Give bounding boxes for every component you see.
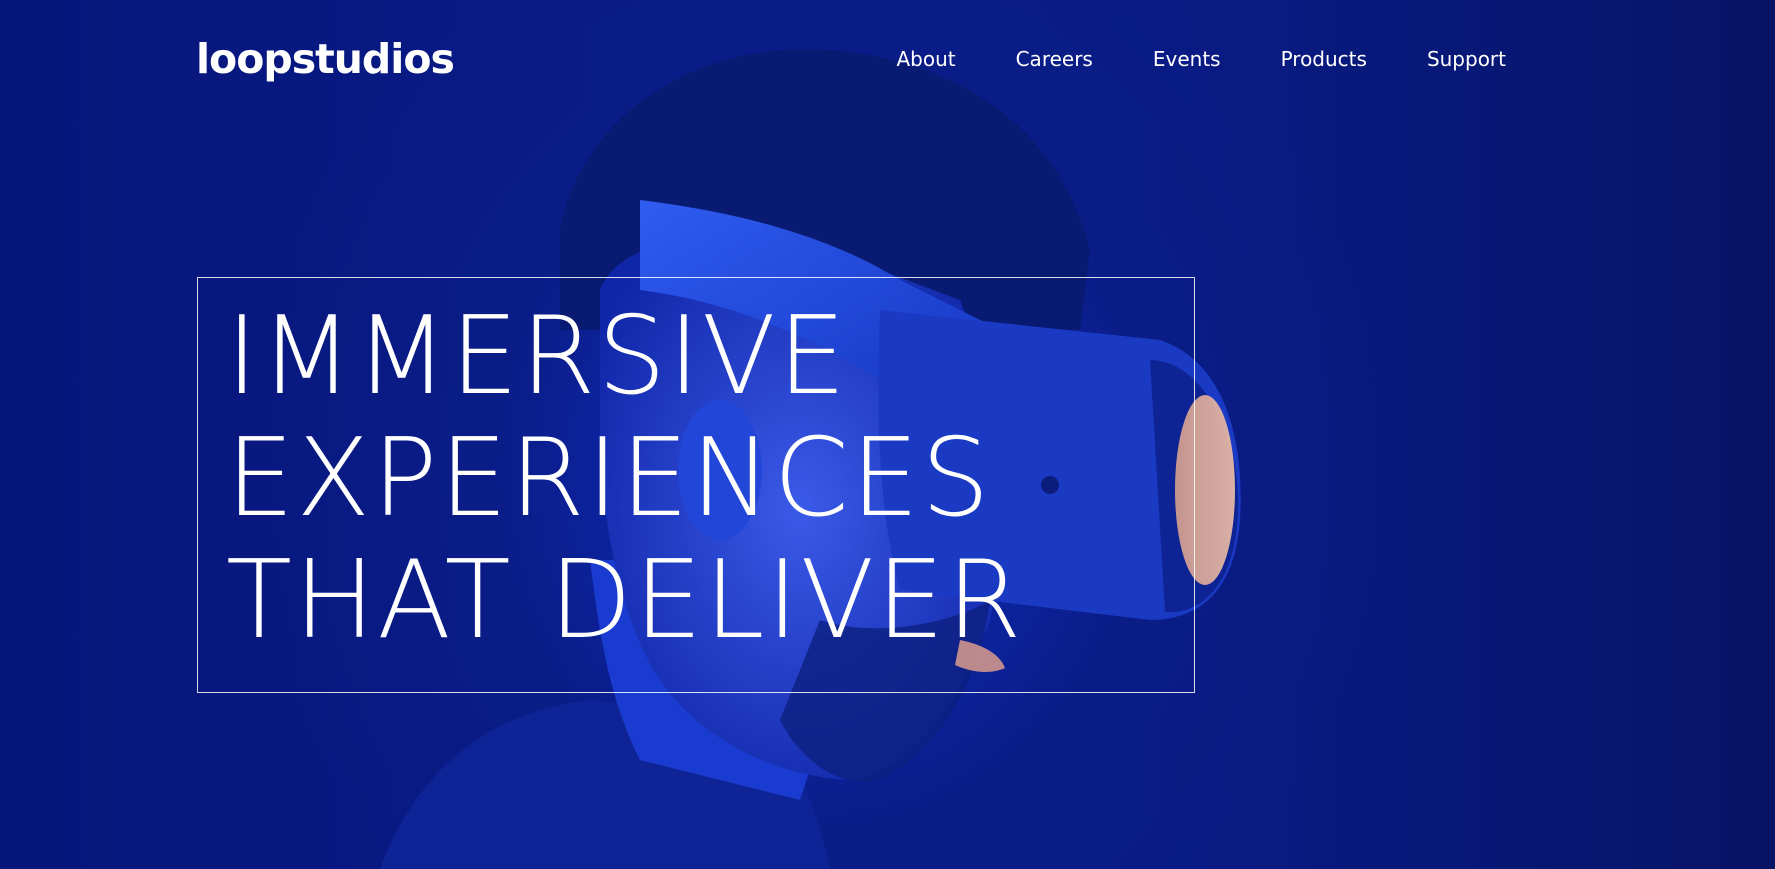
nav-link-support[interactable]: Support: [1427, 47, 1506, 71]
nav-link-events[interactable]: Events: [1153, 47, 1221, 71]
headline-line-1: IMMERSIVE: [226, 294, 849, 419]
nav-link-about[interactable]: About: [896, 47, 955, 71]
top-navigation: loopstudios About Careers Events Product…: [196, 34, 1506, 84]
headline-line-2: EXPERIENCES: [226, 416, 992, 541]
nav-menu: About Careers Events Products Support: [896, 47, 1506, 71]
brand-logo[interactable]: loopstudios: [196, 35, 455, 83]
headline-line-3: THAT DELIVER: [226, 538, 1024, 663]
hero-headline-box: IMMERSIVE EXPERIENCES THAT DELIVER: [197, 277, 1195, 693]
nav-link-products[interactable]: Products: [1281, 47, 1367, 71]
nav-link-careers[interactable]: Careers: [1016, 47, 1093, 71]
hero-section: loopstudios About Careers Events Product…: [0, 0, 1775, 869]
